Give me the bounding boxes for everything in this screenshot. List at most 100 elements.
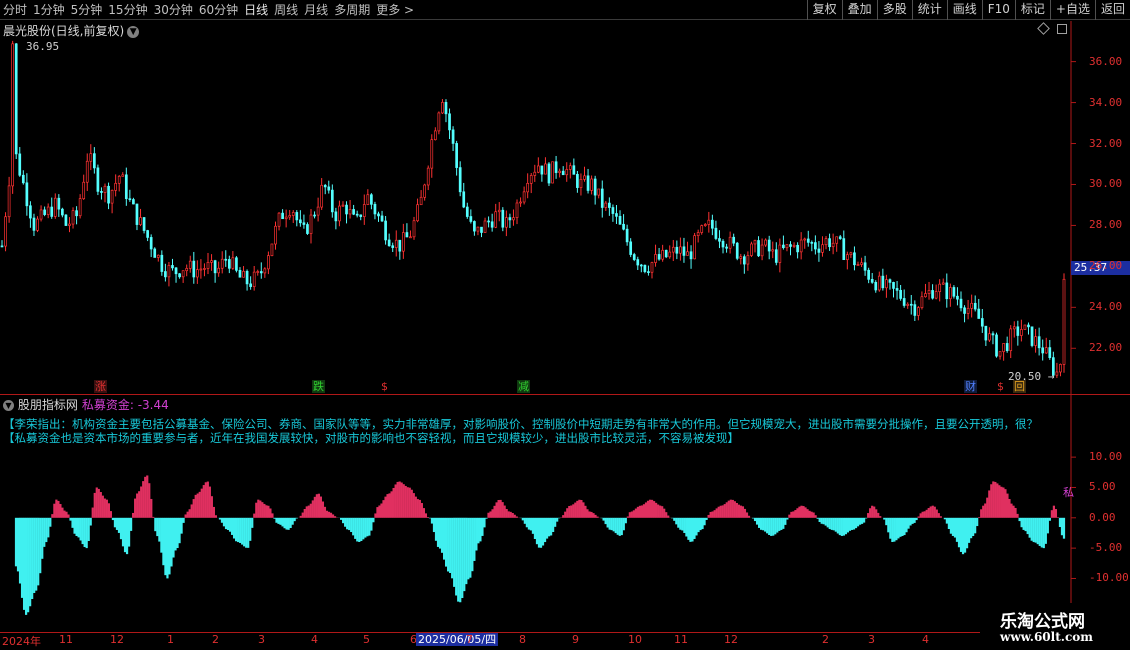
period-tab[interactable]: 1分钟 <box>30 0 68 20</box>
tool-button[interactable]: 复权 <box>806 0 842 20</box>
candle-body <box>902 298 906 306</box>
period-tab[interactable]: 60分钟 <box>196 0 241 20</box>
candle-body <box>441 102 444 114</box>
tool-button[interactable]: 叠加 <box>841 0 877 20</box>
candle-body <box>231 257 235 269</box>
candle-body <box>0 245 4 248</box>
candle-body <box>600 188 604 208</box>
period-tab[interactable]: 更多 > <box>373 0 417 20</box>
candle-body <box>913 304 917 316</box>
candle-body <box>1027 324 1030 328</box>
event-marker[interactable]: $ <box>380 380 389 393</box>
period-tab[interactable]: 多周期 <box>331 0 373 20</box>
candle-body <box>845 254 849 261</box>
period-tab[interactable]: 30分钟 <box>151 0 196 20</box>
date-axis: 6 2025/06/05/四 2024年 11 12 1 2 3 4 5 7 8 9 10 11 12 2 3… <box>0 632 980 648</box>
candle-body <box>934 291 938 299</box>
tool-button[interactable]: 画线 <box>946 0 982 20</box>
indicator-legend-tail: 私 <box>1063 486 1074 499</box>
event-marker[interactable]: $ <box>996 380 1005 393</box>
candle-body <box>206 261 210 269</box>
candle-body <box>316 206 320 216</box>
candle-body <box>895 288 899 291</box>
candle-body <box>394 239 398 248</box>
candle-body <box>853 252 856 266</box>
date-tick-label: 2024年 <box>2 635 41 648</box>
grid-icon[interactable] <box>1057 24 1067 34</box>
watermark: 乐淘公式网 www.60lt.com <box>980 603 1130 650</box>
candle-body <box>4 216 7 247</box>
tool-button[interactable]: 多股 <box>876 0 912 20</box>
candle-body <box>817 248 821 253</box>
candle-body <box>838 236 842 239</box>
chevron-down-icon[interactable]: ▼ <box>127 25 140 38</box>
candle-body <box>980 318 984 327</box>
candle-body <box>426 167 430 186</box>
period-tab[interactable]: 分时 <box>0 0 30 20</box>
indicator-description-line2: 【私募资金也是资本市场的重要参与者，近年在我国发展较快，对股市的影响也不容轻视，… <box>3 431 739 445</box>
period-tabs: 分时 1分钟 5分钟 15分钟 30分钟 60分钟 日线 周线 月线 多周期 更多 > <box>0 0 417 20</box>
period-tab[interactable]: 15分钟 <box>105 0 150 20</box>
candle-body <box>938 283 942 292</box>
candlestick-chart[interactable] <box>0 21 1130 394</box>
event-marker[interactable]: 涨 <box>94 380 107 393</box>
tool-button[interactable]: F10 <box>981 0 1015 20</box>
indicator-panel[interactable]: ▼ 股朋指标网 私募资金: -3.44 【李荣指出：机构资金主要包括公募基金、保险… <box>0 394 1130 633</box>
candle-body <box>334 211 338 222</box>
candle-body <box>501 209 505 228</box>
candle-body <box>36 218 39 231</box>
price-tick-label: 32.00 <box>1089 136 1123 150</box>
chart-title-text: 晨光股份(日线,前复权) <box>3 24 125 38</box>
candle-body <box>611 207 615 214</box>
candle-body <box>490 221 494 228</box>
candle-body <box>931 290 934 299</box>
high-price-value: 36.95 <box>26 40 60 53</box>
watermark-url: www.60lt.com <box>1000 630 1093 644</box>
candle-body <box>917 307 920 316</box>
candle-body <box>29 205 32 219</box>
candle-body <box>849 252 853 256</box>
date-tick-label: 9 <box>572 633 579 646</box>
candle-body <box>519 201 522 204</box>
candle-body <box>164 271 167 278</box>
tool-button[interactable]: 统计 <box>911 0 947 20</box>
event-marker[interactable]: 财 <box>964 380 977 393</box>
date-tick-label: 3 <box>868 633 875 646</box>
candle-body <box>380 215 384 222</box>
tool-button[interactable]: 标记 <box>1014 0 1050 20</box>
period-tab[interactable]: 日线 <box>241 0 271 20</box>
candle-body <box>604 202 608 208</box>
candle-body <box>991 333 995 336</box>
event-marker[interactable]: 减 <box>517 380 530 393</box>
candle-body <box>661 249 664 260</box>
candle-body <box>586 175 590 191</box>
price-tick-label: 30.00 <box>1089 177 1123 191</box>
candle-body <box>945 282 949 300</box>
chart-title: 晨光股份(日线,前复权) ▼ <box>3 22 140 39</box>
period-tab[interactable]: 周线 <box>271 0 301 20</box>
candle-body <box>238 269 242 278</box>
candle-body <box>142 217 146 231</box>
candle-body <box>536 165 540 173</box>
event-marker[interactable]: 跌 <box>312 380 325 393</box>
indicator-name[interactable]: 股朋指标网 <box>18 398 78 412</box>
tool-button[interactable]: +自选 <box>1049 0 1095 20</box>
candle-body <box>448 113 451 131</box>
candle-body <box>192 260 196 278</box>
candle-body <box>281 212 284 220</box>
candle-body <box>1037 336 1041 349</box>
period-tab[interactable]: 月线 <box>301 0 331 20</box>
candle-body <box>824 238 828 246</box>
tool-button[interactable]: 返回 <box>1094 0 1130 20</box>
candle-body <box>473 221 476 232</box>
chevron-down-icon[interactable]: ▼ <box>3 400 14 411</box>
candle-body <box>174 267 178 275</box>
candle-body <box>416 204 419 222</box>
candle-body <box>608 202 611 208</box>
candle-body <box>458 167 462 193</box>
main-chart[interactable]: 晨光股份(日线,前复权) ▼ 36.95 20.50 → 25.37 36.00 3… <box>0 21 1130 394</box>
period-tab[interactable]: 5分钟 <box>68 0 106 20</box>
candle-body <box>235 257 238 271</box>
date-tick-label: 3 <box>258 633 265 646</box>
event-marker[interactable]: 回 <box>1013 380 1026 393</box>
